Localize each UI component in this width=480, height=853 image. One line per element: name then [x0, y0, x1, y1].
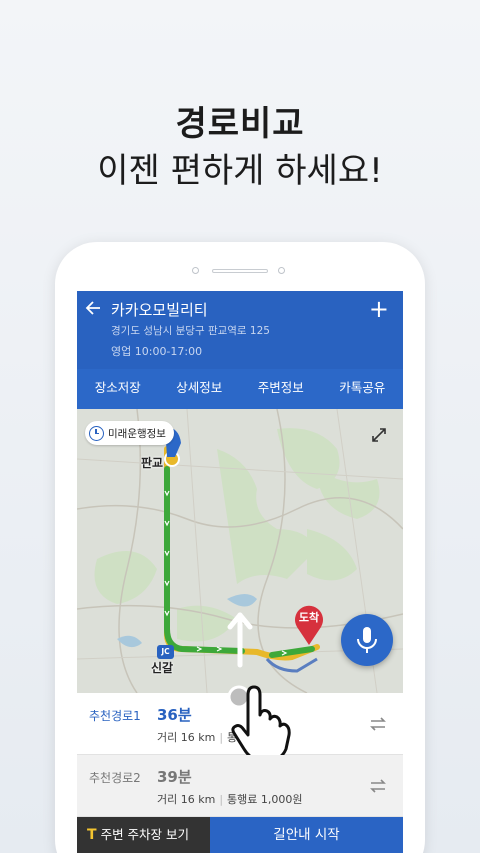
swap-icon[interactable] — [369, 716, 387, 732]
place-tabs: 장소저장 상세정보 주변정보 카톡공유 — [77, 369, 403, 409]
route-toll: 통행료 1,000원 — [227, 793, 303, 806]
swipe-up-arrow-icon — [227, 612, 253, 668]
tab-nearby[interactable]: 주변정보 — [240, 369, 322, 409]
place-name: 카카오모빌리티 — [111, 302, 208, 319]
back-arrow-icon[interactable] — [85, 299, 105, 319]
tab-kakaotalk-share[interactable]: 카톡공유 — [322, 369, 404, 409]
headline-subtitle: 이젠 편하게 하세요! — [97, 151, 383, 191]
place-address: 경기도 성남시 분당구 판교역로 125 — [111, 325, 270, 337]
touch-point — [227, 685, 251, 709]
sensor-dot — [192, 267, 199, 274]
future-driving-info-button[interactable]: 미래운행정보 — [85, 421, 174, 445]
nearby-parking-button[interactable]: T 주변 주차장 보기 — [77, 817, 210, 853]
junction-label: 신갈 — [151, 661, 174, 675]
app-screen: 카카오모빌리티 + 경기도 성남시 분당구 판교역로 125 영업 10:00-… — [77, 291, 403, 853]
route-option-2[interactable]: 추천경로2 39분 거리 16 km | 통행료 1,000원 — [77, 755, 403, 817]
tab-details[interactable]: 상세정보 — [159, 369, 241, 409]
route-distance: 거리 16 km — [157, 793, 216, 806]
place-hours: 영업 10:00-17:00 — [111, 345, 203, 358]
place-header: 카카오모빌리티 + 경기도 성남시 분당구 판교역로 125 영업 10:00-… — [77, 291, 403, 409]
route-detail: 거리 16 km | 통행료 1,000원 — [157, 793, 303, 806]
camera-dot — [278, 267, 285, 274]
phone-frame: 카카오모빌리티 + 경기도 성남시 분당구 판교역로 125 영업 10:00-… — [55, 242, 425, 853]
tab-save-place[interactable]: 장소저장 — [77, 369, 159, 409]
nearby-parking-label: 주변 주차장 보기 — [100, 827, 190, 842]
origin-label: 판교 — [141, 456, 164, 470]
swap-icon[interactable] — [369, 778, 387, 794]
gesture-overlay — [205, 612, 291, 755]
future-driving-info-label: 미래운행정보 — [108, 427, 166, 440]
plus-icon[interactable]: + — [369, 295, 389, 323]
route-name: 추천경로1 — [89, 709, 141, 723]
bottom-action-bar: T 주변 주차장 보기 길안내 시작 — [77, 817, 403, 853]
voice-search-button[interactable] — [341, 614, 393, 666]
parking-icon: T — [87, 827, 97, 843]
phone-speaker — [192, 266, 288, 276]
route-time: 39분 — [157, 768, 192, 786]
route-time: 36분 — [157, 706, 192, 724]
speaker-grille — [212, 269, 268, 273]
expand-icon[interactable] — [371, 427, 387, 443]
mic-icon — [357, 627, 377, 653]
start-navigation-button[interactable]: 길안내 시작 — [210, 817, 403, 853]
headline: 경로비교 이젠 편하게 하세요! — [0, 100, 480, 194]
junction-badge: JC — [157, 645, 174, 659]
clock-icon — [89, 425, 104, 441]
headline-title: 경로비교 — [175, 104, 305, 144]
route-name: 추천경로2 — [89, 771, 141, 785]
